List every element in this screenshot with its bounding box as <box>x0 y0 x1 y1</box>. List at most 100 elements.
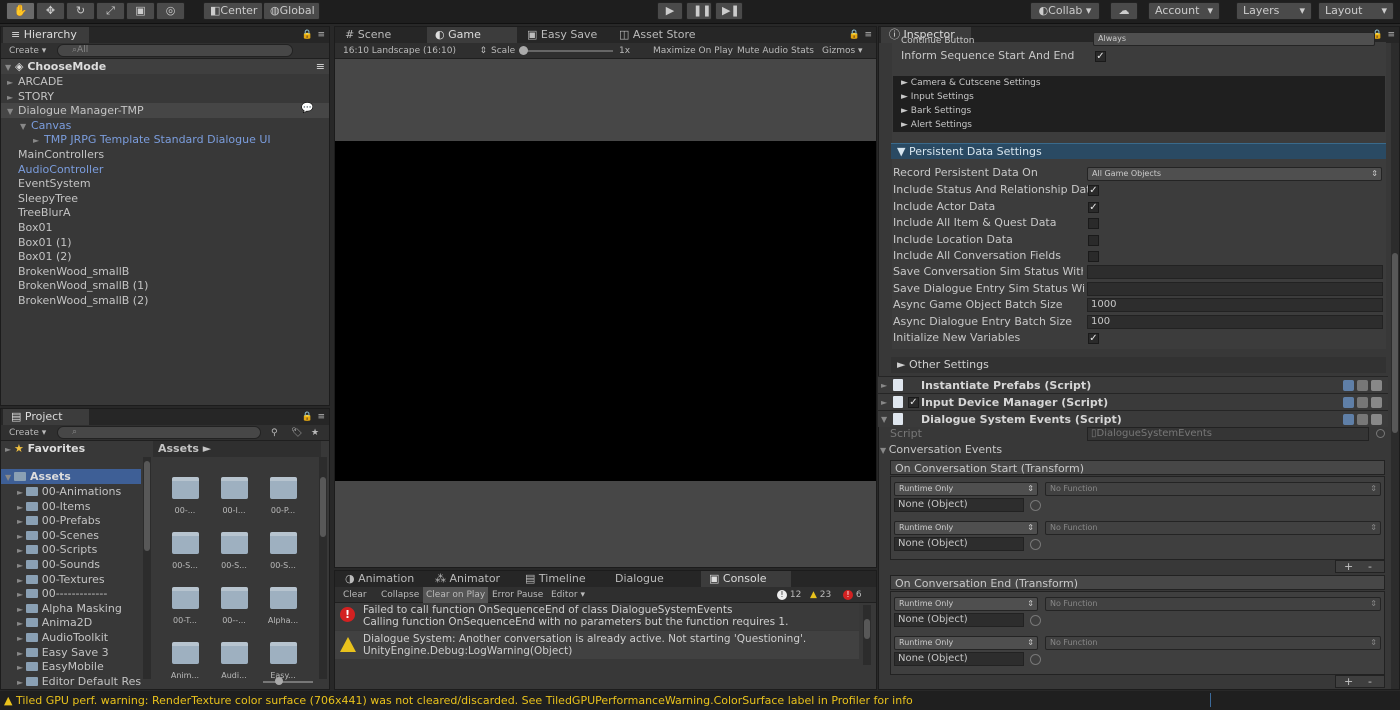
component-enabled-checkbox[interactable]: ✓ <box>908 397 919 408</box>
layout-dropdown[interactable]: Layout ▾ <box>1318 2 1394 20</box>
tab-timeline[interactable]: ▤ Timeline <box>517 571 605 587</box>
function-dropdown[interactable]: No Function ⇕ <box>1045 521 1381 535</box>
hierarchy-item[interactable]: ► TMP JRPG Template Standard Dialogue UI <box>1 132 329 147</box>
preset-icon[interactable] <box>1357 414 1368 425</box>
transform-tool-icon[interactable]: ◎ <box>156 2 185 20</box>
inspector-scrollbar[interactable] <box>1391 43 1399 689</box>
object-picker-icon[interactable] <box>1030 500 1041 511</box>
favorites-item[interactable]: ► ★ Favorites <box>1 441 141 456</box>
hierarchy-item[interactable]: BrokenWood_smallB <box>1 264 329 279</box>
add-listener-button[interactable]: + <box>1344 676 1353 687</box>
gear-icon[interactable] <box>1371 397 1382 408</box>
mute-audio-button[interactable]: Mute Audio <box>737 45 788 58</box>
zoom-slider[interactable] <box>263 681 313 683</box>
function-dropdown[interactable]: No Function ⇕ <box>1045 482 1381 496</box>
folder-item[interactable]: ► Editor Default Reso <box>1 674 141 689</box>
function-dropdown[interactable]: No Function ⇕ <box>1045 636 1381 650</box>
alert-settings-foldout[interactable]: ► Alert Settings <box>893 118 1385 132</box>
scene-header[interactable]: ▼ ◈ ChooseMode ≡ <box>1 59 329 74</box>
folder-item[interactable]: ► 00-Scripts <box>1 542 141 557</box>
hierarchy-item[interactable]: EventSystem <box>1 176 329 191</box>
triangle-right-icon[interactable]: ► <box>17 576 26 585</box>
remove-listener-button[interactable]: - <box>1368 676 1372 687</box>
status-bar[interactable]: ▲ Tiled GPU perf. warning: RenderTexture… <box>0 691 1400 710</box>
folder-item[interactable]: ► 00------------- <box>1 586 141 601</box>
pause-button[interactable]: ❚❚ <box>686 2 712 20</box>
hierarchy-item[interactable]: SleepyTree <box>1 191 329 206</box>
editor-dropdown[interactable]: Editor ▾ <box>551 589 585 602</box>
asset-folder-tile[interactable]: 00-... <box>163 477 207 525</box>
tab-project[interactable]: ▤ Project <box>3 409 89 425</box>
help-book-icon[interactable] <box>1343 380 1354 391</box>
collapse-button[interactable]: Collapse <box>381 589 419 602</box>
persistent-option-checkbox[interactable] <box>1088 234 1099 246</box>
triangle-right-icon[interactable]: ► <box>17 503 26 512</box>
tree-scrollbar[interactable] <box>143 457 151 679</box>
save-conversation-sim-field[interactable] <box>1087 265 1383 279</box>
folder-item[interactable]: ► 00-Scenes <box>1 528 141 543</box>
add-listener-button[interactable]: + <box>1344 561 1353 572</box>
hierarchy-item[interactable]: Box01 (1) <box>1 235 329 250</box>
folder-item[interactable]: ► AudioToolkit <box>1 630 141 645</box>
hierarchy-item[interactable]: TreeBlurA <box>1 205 329 220</box>
component-input-device-manager[interactable]: ► ✓ Input Device Manager (Script) <box>878 393 1388 410</box>
error-pause-button[interactable]: Error Pause <box>492 589 543 602</box>
triangle-right-icon[interactable]: ► <box>17 663 26 672</box>
step-button[interactable]: ▶❚ <box>715 2 743 20</box>
triangle-right-icon[interactable]: ► <box>17 561 26 570</box>
target-object-field[interactable]: None (Object) <box>894 498 1024 512</box>
triangle-right-icon[interactable]: ► <box>17 488 26 497</box>
tab-easy-save[interactable]: ▣ Easy Save <box>519 27 609 43</box>
persistent-data-header[interactable]: ▼ Persistent Data Settings <box>891 143 1386 159</box>
rect-tool-icon[interactable]: ▣ <box>126 2 155 20</box>
rotate-tool-icon[interactable]: ↻ <box>66 2 95 20</box>
scale-tool-icon[interactable]: ⤢ <box>96 2 125 20</box>
preset-icon[interactable] <box>1357 397 1368 408</box>
maximize-on-play-button[interactable]: Maximize On Play <box>653 45 733 58</box>
folder-item[interactable]: ► 00-Animations <box>1 484 141 499</box>
asset-folder-tile[interactable]: 00-S... <box>212 532 256 580</box>
lock-icon[interactable]: 🔒 <box>302 29 313 42</box>
asset-folder-tile[interactable]: Alpha... <box>261 587 305 635</box>
gear-icon[interactable] <box>1371 380 1382 391</box>
game-viewport[interactable] <box>335 141 876 481</box>
component-instantiate-prefabs[interactable]: ► Instantiate Prefabs (Script) <box>878 376 1388 393</box>
initialize-variables-checkbox[interactable]: ✓ <box>1088 333 1099 344</box>
aspect-dropdown[interactable]: 16:10 Landscape (16:10) ⇕ <box>343 45 487 58</box>
tab-animation[interactable]: ◑ Animation <box>337 571 425 587</box>
runtime-mode-dropdown[interactable]: Runtime Only ⇕ <box>894 636 1038 650</box>
function-dropdown[interactable]: No Function ⇕ <box>1045 597 1381 611</box>
save-dialogue-entry-sim-field[interactable] <box>1087 282 1383 296</box>
tab-hierarchy[interactable]: ≡ Hierarchy <box>3 27 89 43</box>
folder-item[interactable]: ► 00-Prefabs <box>1 513 141 528</box>
hierarchy-item[interactable]: AudioController <box>1 162 329 177</box>
persistent-option-checkbox[interactable] <box>1088 251 1099 262</box>
triangle-right-icon[interactable]: ► <box>17 546 26 555</box>
asset-folder-tile[interactable]: 00-I... <box>212 477 256 525</box>
lock-icon[interactable]: 🔒 <box>302 411 313 424</box>
zoom-slider-thumb[interactable] <box>275 677 283 685</box>
triangle-right-icon[interactable]: ► <box>17 634 26 643</box>
hand-tool-icon[interactable]: ✋ <box>6 2 35 20</box>
panel-menu-icon[interactable]: ≡ <box>317 29 325 42</box>
scrollbar-thumb[interactable] <box>144 461 150 551</box>
target-object-field[interactable]: None (Object) <box>894 652 1024 666</box>
asset-folder-tile[interactable]: 00--... <box>212 587 256 635</box>
asset-folder-tile[interactable]: 00-T... <box>163 587 207 635</box>
panel-menu-icon[interactable]: ≡ <box>864 29 872 42</box>
persistent-option-checkbox[interactable]: ✓ <box>1088 185 1099 196</box>
hierarchy-item[interactable]: ▼ Dialogue Manager-TMP <box>1 103 329 119</box>
star-icon[interactable]: ★ <box>311 427 319 440</box>
async-game-object-field[interactable]: 1000 <box>1087 298 1383 312</box>
create-button[interactable]: Create ▾ <box>9 427 46 440</box>
scale-slider[interactable] <box>521 50 613 52</box>
async-dialogue-entry-field[interactable]: 100 <box>1087 315 1383 329</box>
assets-item[interactable]: ▼ Assets <box>1 469 141 484</box>
runtime-mode-dropdown[interactable]: Runtime Only ⇕ <box>894 521 1038 535</box>
folder-item[interactable]: ► EasyMobile <box>1 659 141 674</box>
hierarchy-item[interactable]: ► STORY <box>1 89 329 104</box>
grid-scrollbar[interactable] <box>319 457 327 679</box>
target-object-field[interactable]: None (Object) <box>894 613 1024 627</box>
hierarchy-item[interactable]: Box01 <box>1 220 329 235</box>
preset-icon[interactable] <box>1357 380 1368 391</box>
